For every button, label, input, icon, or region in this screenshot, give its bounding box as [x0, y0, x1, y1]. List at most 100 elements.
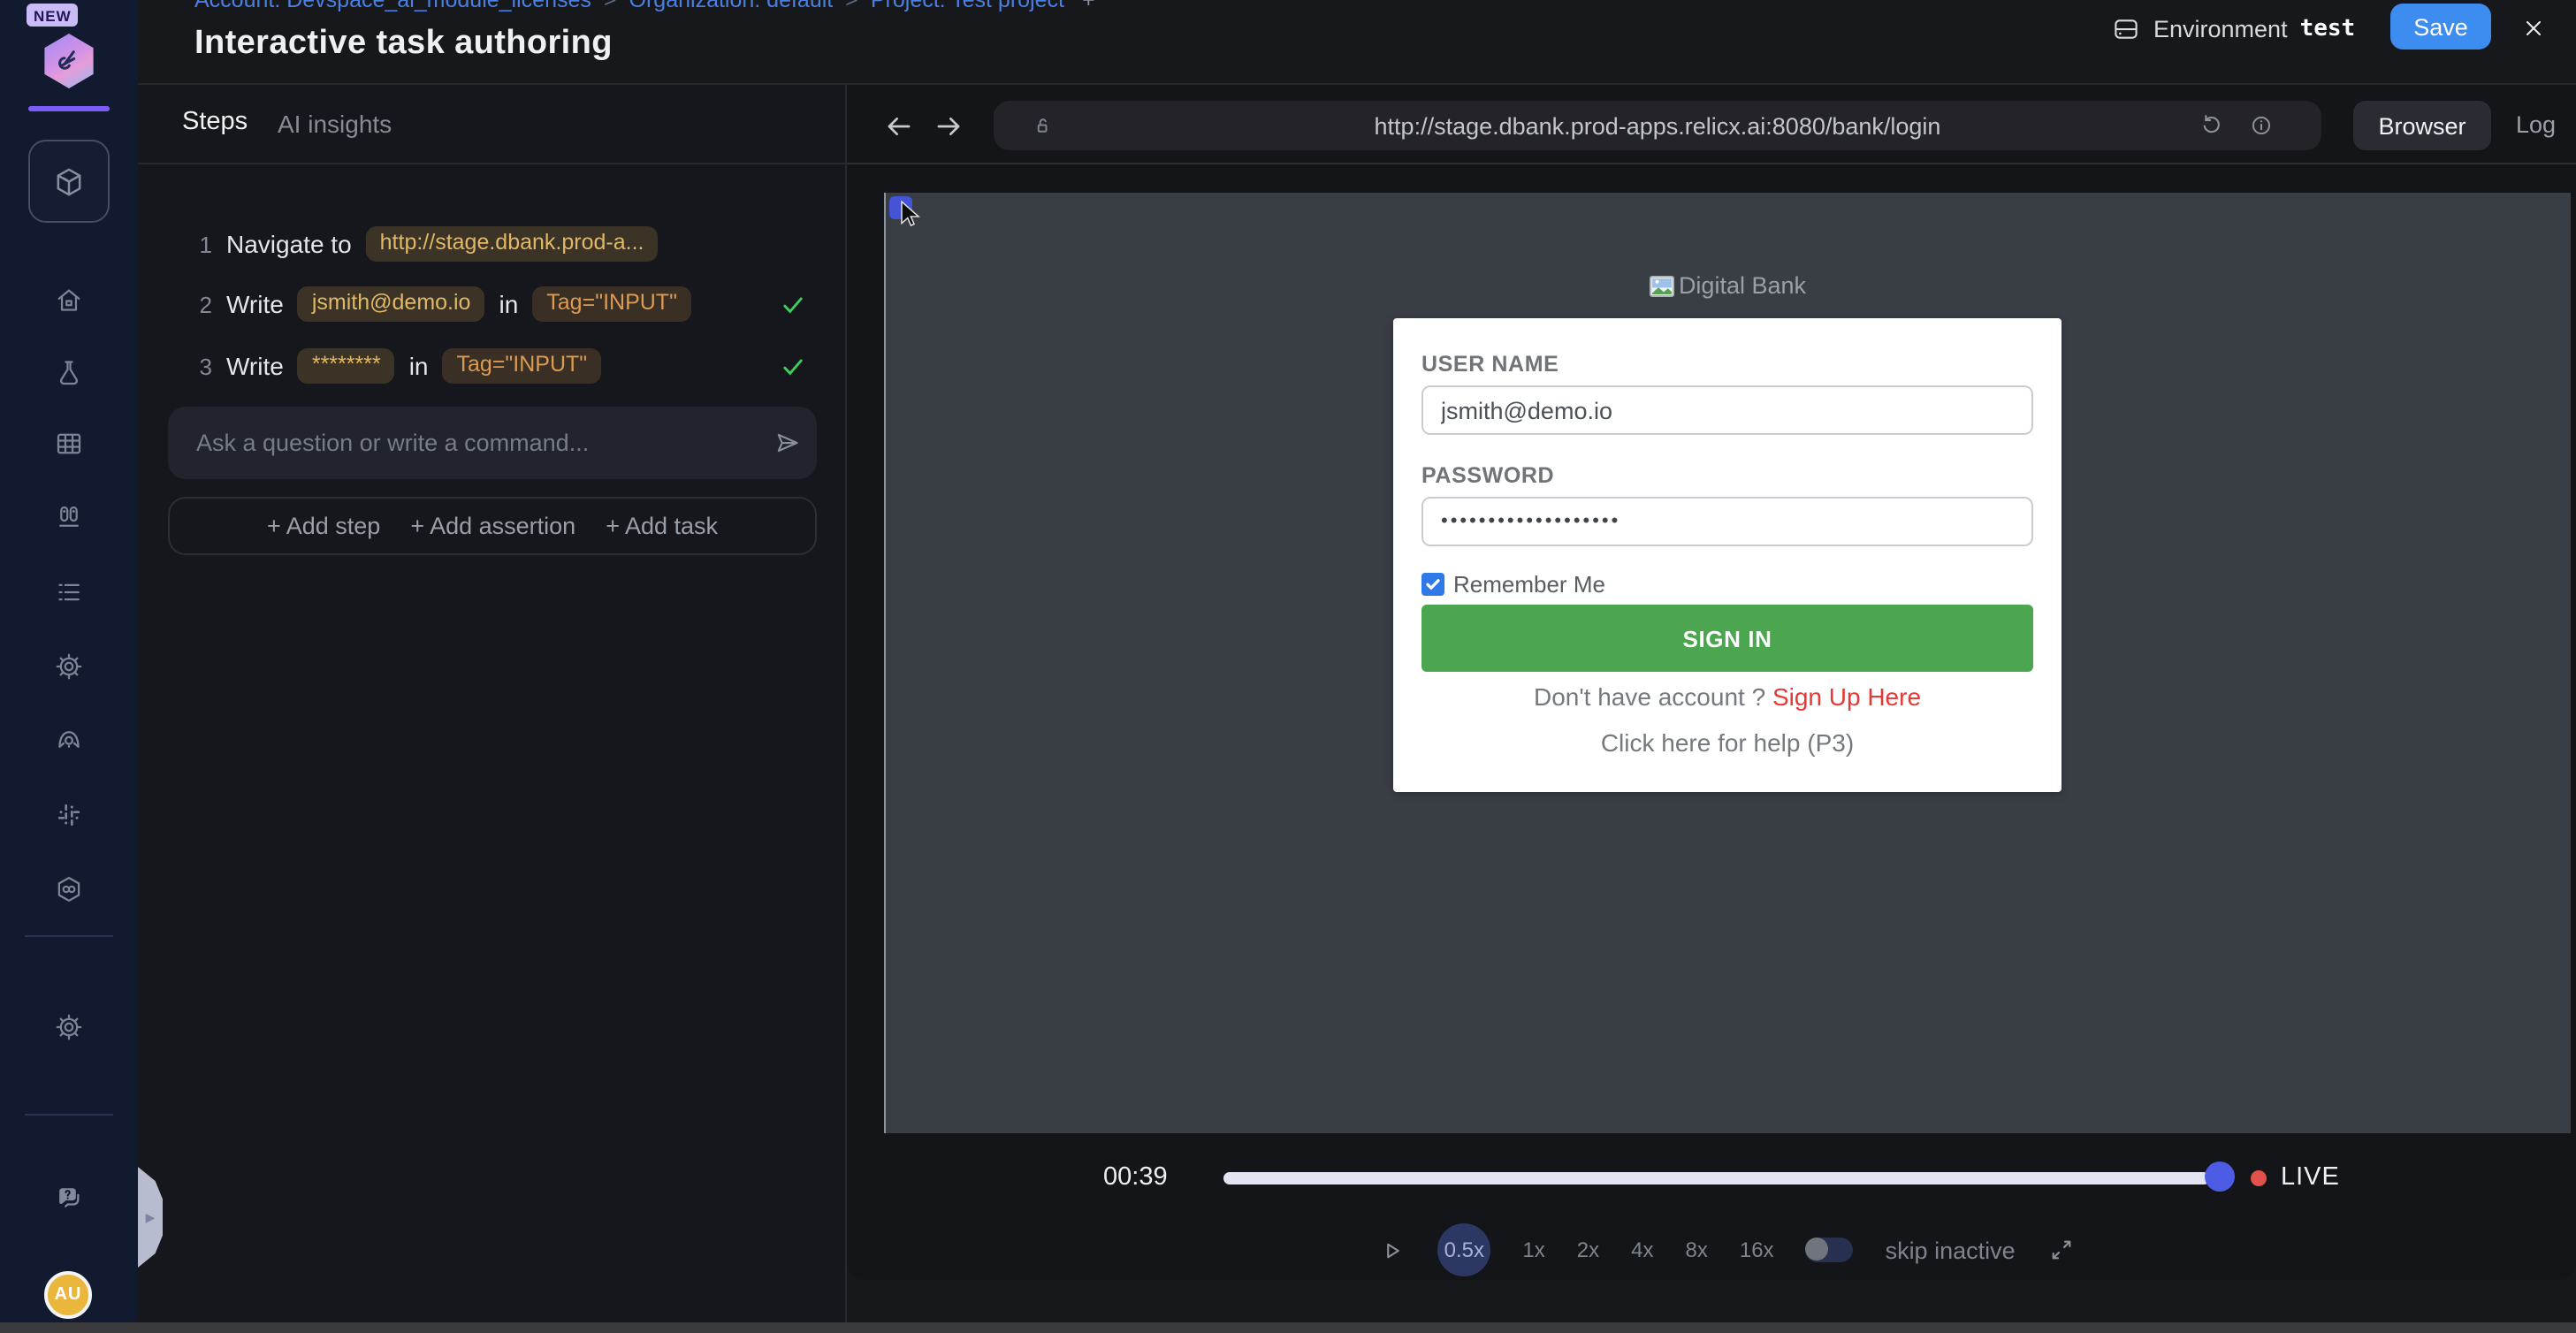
playback-time: 00:39	[1103, 1163, 1168, 1192]
live-label: LIVE	[2281, 1163, 2340, 1192]
sidebar-item-inspect[interactable]	[53, 725, 85, 757]
tab-steps[interactable]: Steps	[182, 108, 248, 136]
grid-icon	[53, 428, 85, 460]
username-field[interactable]	[1421, 385, 2033, 435]
breadcrumb-project[interactable]: Project: Test project	[871, 0, 1064, 12]
close-icon	[2520, 15, 2545, 40]
add-actions-bar: + Add step + Add assertion + Add task	[168, 497, 817, 555]
remember-me-checkbox[interactable]	[1421, 573, 1444, 596]
app-logo[interactable]	[42, 34, 95, 88]
expand-icon	[2047, 1236, 2076, 1264]
signup-link[interactable]: Sign Up Here	[1772, 682, 1921, 711]
skip-inactive-toggle[interactable]	[1806, 1238, 1854, 1262]
window-bottom-strip	[0, 1322, 2576, 1333]
url-bar[interactable]: http://stage.dbank.prod-apps.relicx.ai:8…	[994, 101, 2321, 150]
live-indicator-dot	[2251, 1169, 2267, 1185]
browser-panel: http://stage.dbank.prod-apps.relicx.ai:8…	[847, 85, 2576, 1280]
breadcrumb-account[interactable]: Account: Devspace_ai_module_licenses	[194, 0, 591, 12]
speed-0.5x-button[interactable]: 0.5x	[1437, 1223, 1490, 1276]
url-text[interactable]: http://stage.dbank.prod-apps.relicx.ai:8…	[994, 112, 2321, 139]
speed-2x-button[interactable]: 2x	[1577, 1238, 1599, 1262]
step-value-pill[interactable]: ********	[298, 347, 395, 384]
sidebar-item-tests[interactable]	[53, 357, 85, 389]
back-button[interactable]	[880, 108, 916, 143]
play-button[interactable]	[1379, 1237, 1406, 1263]
logo-glyph-icon	[53, 45, 85, 77]
sidebar-item-help[interactable]	[53, 1181, 85, 1213]
speed-16x-button[interactable]: 16x	[1740, 1238, 1774, 1262]
steps-panel: Steps AI insights 1 Navigate to http://s…	[138, 85, 847, 1322]
tab-browser[interactable]: Browser	[2353, 101, 2491, 150]
browser-viewport[interactable]: Digital Bank USER NAME PASSWORD Remember…	[884, 193, 2571, 1133]
slack-icon	[53, 799, 85, 831]
breadcrumb-add[interactable]: +	[1082, 0, 1095, 12]
login-card: USER NAME PASSWORD Remember Me SIGN IN D…	[1393, 318, 2062, 792]
new-badge: NEW	[27, 4, 79, 27]
forward-button[interactable]	[930, 108, 965, 143]
sidebar-divider	[25, 1114, 113, 1116]
help-chat-icon	[53, 1180, 85, 1214]
sidebar-item-slack[interactable]	[53, 799, 85, 831]
step-target-pill[interactable]: Tag="INPUT"	[443, 347, 602, 384]
environment-selector[interactable]: Environment test	[2111, 14, 2355, 44]
step-row-2[interactable]: 2 Write jsmith@demo.io in Tag="INPUT"	[191, 285, 691, 324]
help-link[interactable]: Click here for help (P3)	[1393, 728, 2062, 757]
step-row-1[interactable]: 1 Navigate to http://stage.dbank.prod-a.…	[191, 225, 658, 263]
environment-value: test	[2300, 16, 2356, 42]
step-value-pill[interactable]: jsmith@demo.io	[298, 286, 485, 322]
password-label: PASSWORD	[1421, 463, 1554, 488]
sidebar-item-home[interactable]	[53, 285, 85, 316]
username-label: USER NAME	[1421, 352, 1559, 377]
breadcrumb-organization[interactable]: Organization: default	[629, 0, 834, 12]
command-input-box	[168, 407, 817, 479]
sign-in-button[interactable]: SIGN IN	[1421, 605, 2033, 672]
browser-nav-row: http://stage.dbank.prod-apps.relicx.ai:8…	[847, 85, 2576, 164]
add-task-button[interactable]: + Add task	[606, 513, 718, 539]
send-button[interactable]	[757, 407, 817, 479]
signup-prefix: Don't have account ?	[1534, 682, 1765, 711]
step-passed-check-icon	[778, 290, 808, 320]
remember-me-label: Remember Me	[1453, 571, 1605, 598]
step-number: 1	[191, 231, 212, 257]
speed-1x-button[interactable]: 1x	[1522, 1238, 1544, 1262]
arrow-right-icon	[931, 109, 964, 142]
topbar: Account: Devspace_ai_module_licenses>Org…	[138, 0, 2576, 85]
sidebar-item-admin-settings[interactable]	[53, 1011, 85, 1043]
step-value-pill[interactable]: http://stage.dbank.prod-a...	[366, 225, 659, 262]
close-button[interactable]	[2519, 14, 2546, 41]
sidebar-item-suites[interactable]	[53, 428, 85, 460]
sidebar-item-test-runs[interactable]	[53, 502, 85, 534]
save-button[interactable]: Save	[2390, 4, 2491, 50]
user-avatar[interactable]: AU	[44, 1271, 92, 1319]
speed-4x-button[interactable]: 4x	[1631, 1238, 1653, 1262]
tab-log[interactable]: Log	[2516, 111, 2556, 138]
seek-thumb[interactable]	[2205, 1162, 2235, 1192]
send-icon	[772, 428, 802, 458]
sidebar-item-integrations[interactable]	[53, 873, 85, 905]
password-field[interactable]	[1421, 497, 2033, 546]
step-target-pill[interactable]: Tag="INPUT"	[532, 286, 691, 322]
logo-underline	[28, 106, 110, 110]
sidebar-item-environments[interactable]	[28, 140, 110, 223]
reload-icon[interactable]	[2198, 111, 2226, 140]
step-action: Write	[226, 290, 284, 318]
sidebar-item-settings[interactable]	[53, 651, 85, 682]
speed-8x-button[interactable]: 8x	[1685, 1238, 1707, 1262]
info-icon[interactable]	[2247, 111, 2275, 140]
page-title: Interactive task authoring	[194, 25, 613, 64]
box-icon	[51, 164, 87, 199]
gear-icon	[53, 1011, 85, 1043]
sidebar-item-sessions[interactable]	[53, 576, 85, 608]
app-root: NEW	[0, 0, 2576, 1333]
add-assertion-button[interactable]: + Add assertion	[410, 513, 575, 539]
tab-ai-insights[interactable]: AI insights	[278, 109, 392, 137]
step-row-3[interactable]: 3 Write ******** in Tag="INPUT"	[191, 347, 601, 385]
command-input[interactable]	[168, 430, 757, 456]
add-step-button[interactable]: + Add step	[267, 513, 380, 539]
seek-bar[interactable]	[1223, 1171, 2210, 1184]
skip-inactive-label: skip inactive	[1886, 1237, 2016, 1263]
step-number: 2	[191, 291, 212, 317]
fullscreen-button[interactable]	[2047, 1236, 2076, 1264]
step-connector: in	[499, 290, 518, 318]
columns-icon	[53, 502, 85, 534]
